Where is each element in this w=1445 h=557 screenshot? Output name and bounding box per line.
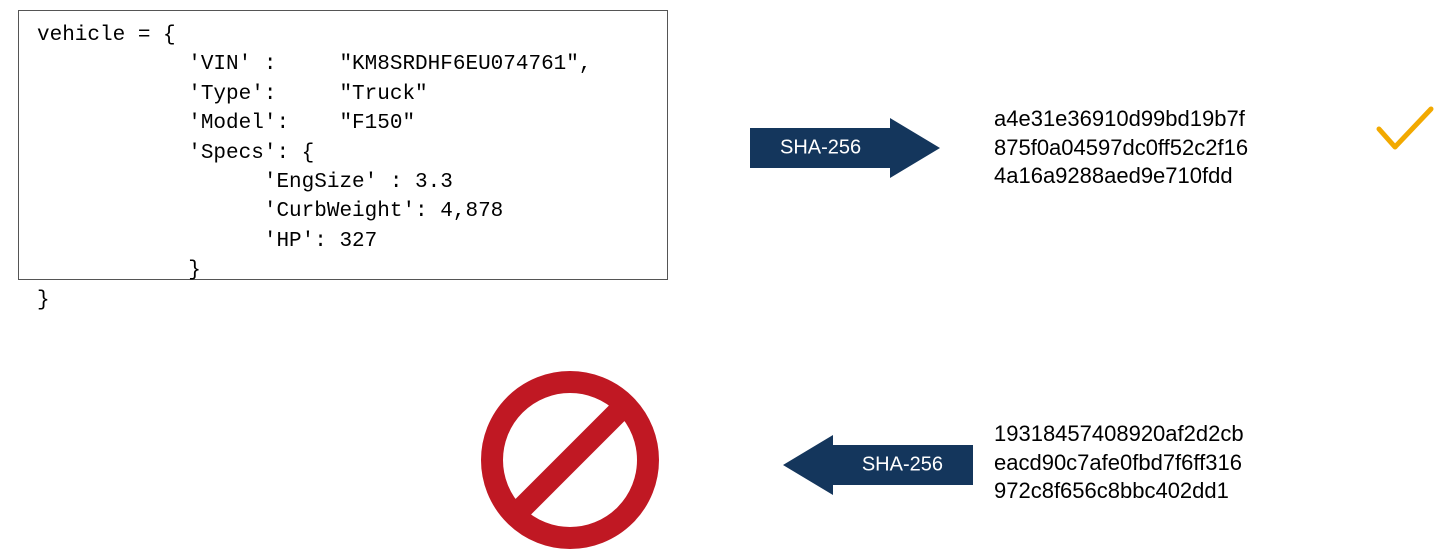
arrow-left-label: SHA-256: [862, 454, 943, 477]
arrow-right-label: SHA-256: [780, 137, 861, 160]
checkmark-icon: [1375, 105, 1435, 155]
hash-output-2: 19318457408920af2d2cb eacd90c7afe0fbd7f6…: [994, 420, 1244, 506]
prohibit-icon: [480, 370, 660, 550]
arrow-left-sha256: SHA-256: [783, 435, 973, 495]
hash-output-1: a4e31e36910d99bd19b7f 875f0a04597dc0ff52…: [994, 105, 1248, 191]
arrow-right-sha256: SHA-256: [750, 118, 940, 178]
code-block: vehicle = { 'VIN' : "KM8SRDHF6EU074761",…: [18, 10, 668, 280]
